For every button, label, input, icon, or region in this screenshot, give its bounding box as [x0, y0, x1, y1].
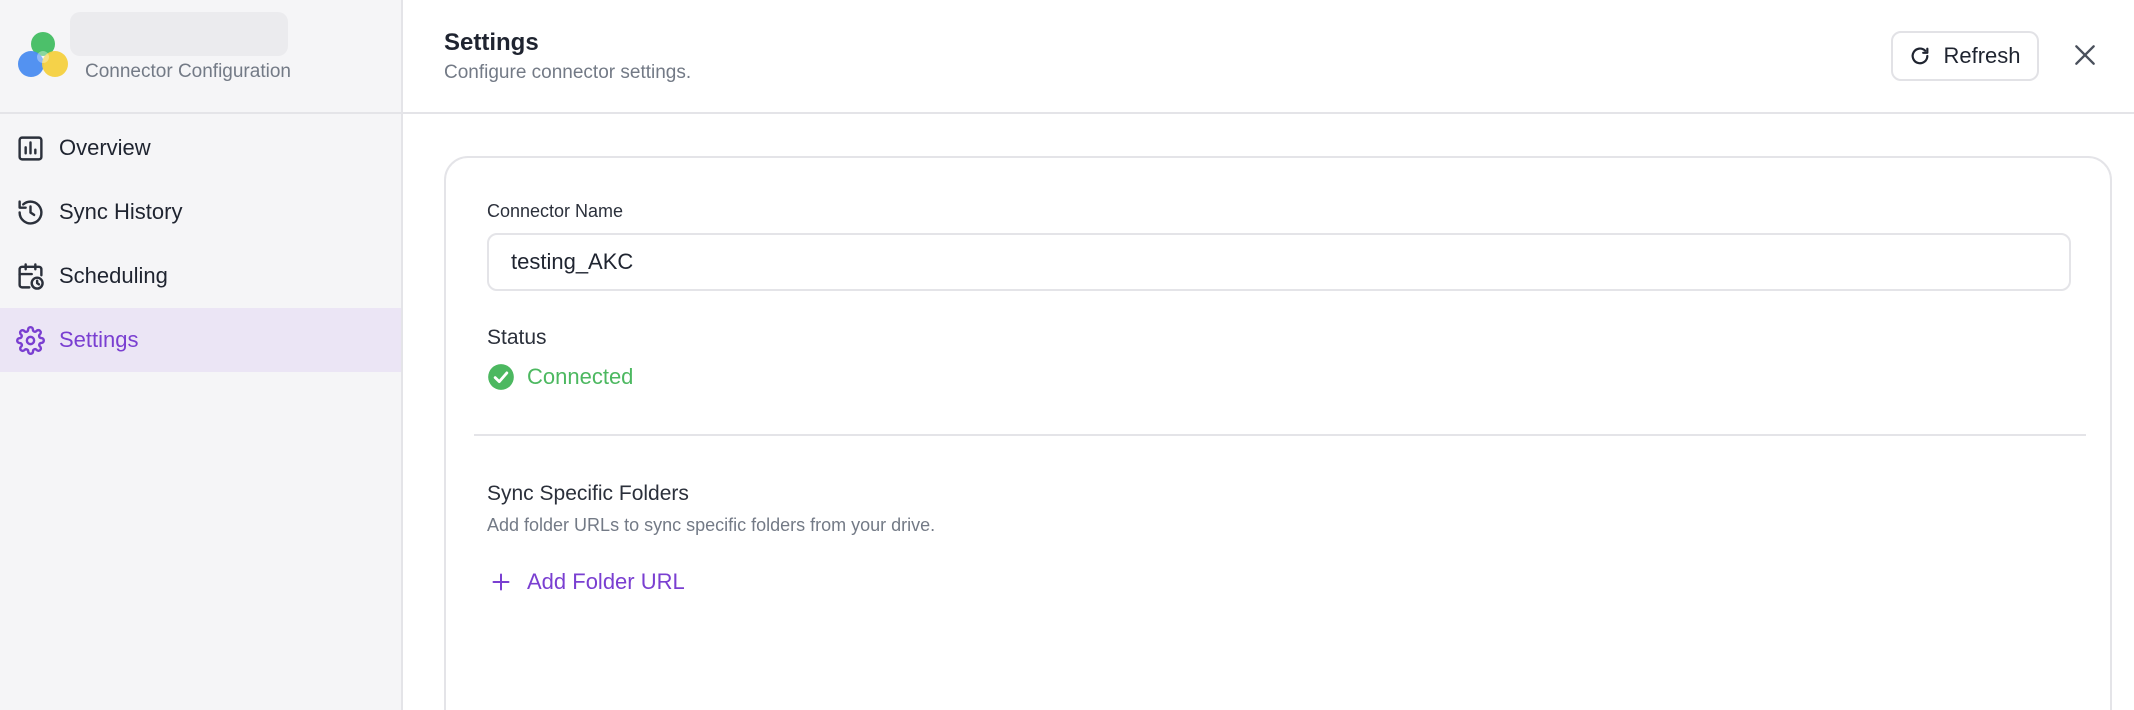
page-title: Settings — [444, 29, 539, 56]
sidebar: Connector Configuration Overview Sync Hi… — [0, 0, 403, 710]
plus-icon — [491, 572, 511, 592]
chart-icon — [16, 134, 45, 163]
status-value: Connected — [527, 364, 634, 389]
status-label: Status — [487, 326, 547, 349]
sidebar-item-sync-history[interactable]: Sync History — [0, 180, 401, 244]
brand-subtitle: Connector Configuration — [85, 61, 291, 82]
sync-folders-title: Sync Specific Folders — [487, 482, 689, 505]
sidebar-item-scheduling[interactable]: Scheduling — [0, 244, 401, 308]
calendar-clock-icon — [16, 262, 45, 291]
sidebar-item-label: Scheduling — [59, 263, 168, 288]
page-header: Settings Configure connector settings. R… — [403, 0, 2134, 114]
app-name-placeholder — [70, 12, 288, 56]
refresh-icon — [1909, 45, 1931, 67]
sidebar-item-settings[interactable]: Settings — [0, 308, 401, 372]
history-icon — [16, 198, 45, 227]
refresh-label: Refresh — [1943, 43, 2021, 68]
settings-card: Connector Name Status Connected Sync Spe… — [444, 156, 2112, 710]
connector-name-label: Connector Name — [487, 201, 624, 221]
refresh-button[interactable]: Refresh — [1891, 31, 2039, 81]
add-folder-url-button[interactable]: Add Folder URL — [491, 569, 685, 595]
sidebar-item-label: Overview — [59, 135, 151, 160]
sidebar-item-label: Settings — [59, 327, 139, 352]
close-button[interactable] — [2069, 39, 2101, 71]
check-circle-icon — [487, 363, 515, 391]
close-icon — [2072, 42, 2098, 68]
sidebar-item-label: Sync History — [59, 199, 183, 224]
add-folder-url-label: Add Folder URL — [527, 569, 685, 594]
sidebar-item-overview[interactable]: Overview — [0, 116, 401, 180]
sync-folders-description: Add folder URLs to sync specific folders… — [487, 515, 936, 535]
status-badge: Connected — [487, 363, 633, 391]
connector-name-input[interactable] — [487, 233, 2071, 291]
brand-header: Connector Configuration — [0, 0, 401, 114]
sidebar-nav: Overview Sync History Scheduling Setting… — [0, 116, 401, 372]
gear-icon — [16, 325, 45, 355]
app-logo-icon — [18, 32, 68, 77]
page-subtitle: Configure connector settings. — [444, 62, 692, 83]
divider — [474, 434, 2086, 436]
